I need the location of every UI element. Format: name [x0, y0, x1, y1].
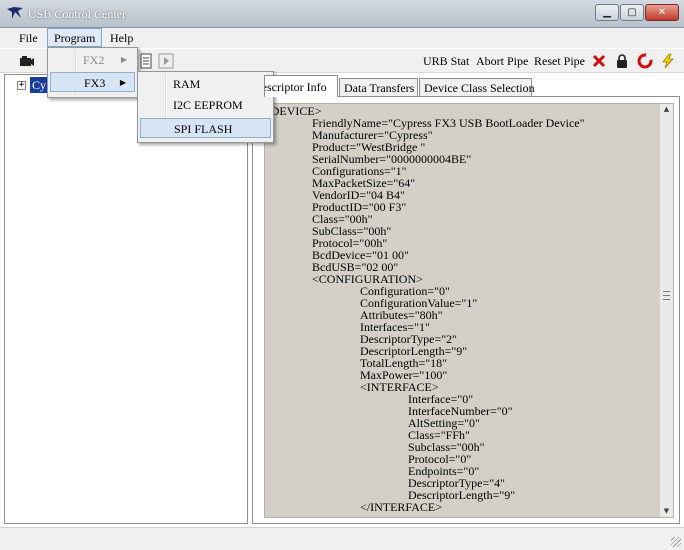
close-button[interactable]: ✕ — [645, 4, 679, 21]
minimize-button[interactable]: ▁ — [595, 4, 619, 21]
reset-pipe-button[interactable]: Reset Pipe — [534, 54, 585, 69]
menu-item-fx3[interactable]: FX3 ▶ — [50, 72, 135, 92]
menu-help[interactable]: Help — [104, 30, 139, 46]
status-bar — [0, 527, 684, 550]
menu-item-ram[interactable]: RAM — [140, 74, 271, 94]
tab-descriptor-info[interactable]: Descriptor Info — [264, 75, 338, 97]
minimize-icon: ▁ — [603, 7, 611, 18]
scroll-down-icon[interactable]: ▼ — [662, 507, 671, 516]
fx3-submenu: RAM I2C EEPROM SPI FLASH — [137, 71, 274, 143]
descriptor-panel: ▲ ▼ <DEVICE> FriendlyName="Cypress FX3 US… — [252, 96, 680, 524]
scroll-up-icon[interactable]: ▲ — [662, 105, 671, 114]
play-icon[interactable] — [158, 53, 174, 69]
descriptor-text-area[interactable]: ▲ ▼ <DEVICE> FriendlyName="Cypress FX3 US… — [264, 103, 674, 518]
reset-icon[interactable] — [637, 53, 653, 69]
submenu-arrow-icon: ▶ — [120, 55, 127, 64]
descriptor-line: </INTERFACE> — [360, 500, 442, 514]
scroll-thumb[interactable] — [663, 291, 670, 300]
tree-expand-icon[interactable]: + — [17, 81, 26, 90]
document-icon[interactable] — [138, 53, 154, 69]
menu-item-spi-flash[interactable]: SPI FLASH — [140, 118, 271, 138]
vertical-scrollbar[interactable]: ▲ ▼ — [659, 104, 673, 517]
tab-data-transfers[interactable]: Data Transfers — [339, 78, 418, 96]
tabs-area: Descriptor Info Data Transfers Device Cl… — [252, 74, 680, 524]
maximize-button[interactable]: ▢ — [620, 4, 644, 21]
app-icon — [7, 7, 23, 19]
window-title: USB Control Center — [28, 7, 126, 21]
submenu-arrow-icon: ▶ — [119, 78, 126, 87]
close-icon: ✕ — [657, 7, 667, 18]
abort-pipe-button[interactable]: Abort Pipe — [476, 54, 528, 69]
tab-device-class-selection[interactable]: Device Class Selection — [419, 78, 535, 96]
menu-item-fx2[interactable]: FX2 ▶ — [50, 50, 135, 70]
maximize-icon: ▢ — [627, 7, 637, 18]
menu-bar: File Program Help — [0, 28, 684, 48]
menu-program[interactable]: Program — [47, 28, 103, 47]
red-x-icon[interactable] — [591, 53, 607, 69]
menu-file[interactable]: File — [13, 30, 44, 46]
program-dropdown: FX2 ▶ FX3 ▶ — [47, 47, 138, 98]
resize-grip-icon[interactable] — [671, 537, 681, 547]
lock-icon[interactable] — [614, 53, 630, 69]
title-bar: USB Control Center ▁ ▢ ✕ — [0, 0, 684, 28]
tree-device-node[interactable]: Cy — [30, 77, 49, 93]
lightning-icon[interactable] — [660, 53, 676, 69]
menu-item-i2c-eeprom[interactable]: I2C EEPROM — [140, 95, 271, 115]
urb-stat-button[interactable]: URB Stat — [423, 54, 469, 69]
camera-icon[interactable] — [19, 53, 35, 69]
